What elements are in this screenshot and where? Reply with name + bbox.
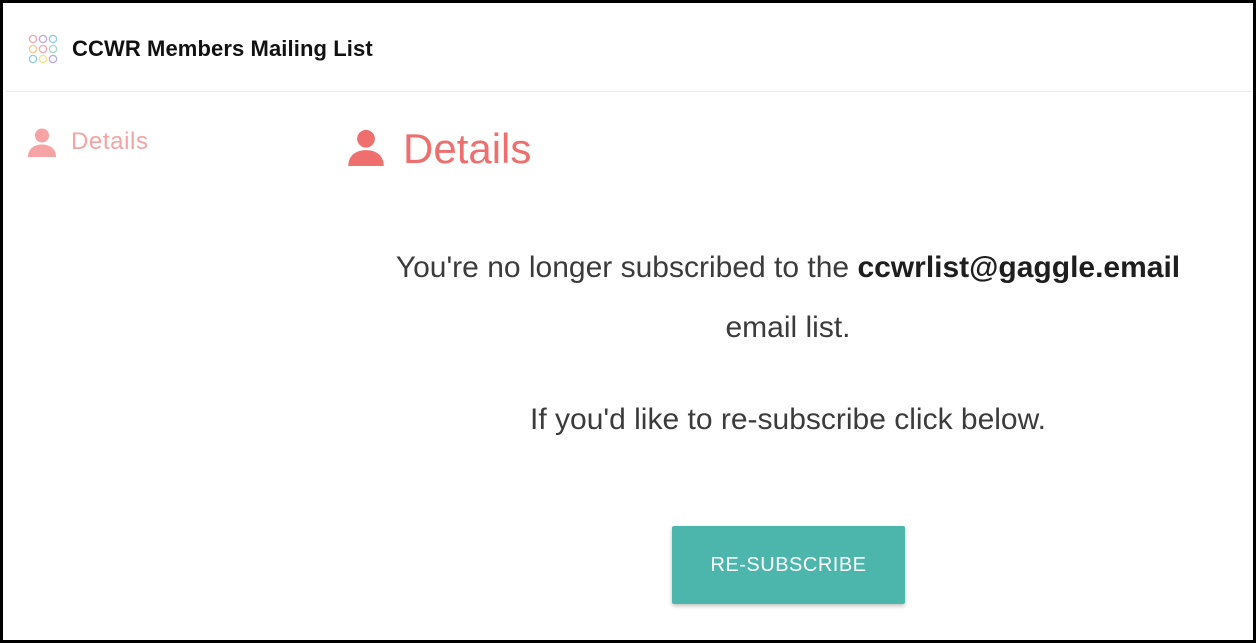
- unsubscribed-message: You're no longer subscribed to the ccwrl…: [343, 251, 1233, 285]
- person-icon: [27, 127, 57, 157]
- list-email: ccwrlist@gaggle.email: [857, 251, 1181, 284]
- gaggle-dots-logo-icon: [28, 34, 58, 64]
- person-icon: [347, 128, 385, 171]
- resubscribe-prompt: If you'd like to re-subscribe click belo…: [530, 403, 1046, 436]
- app-header: CCWR Members Mailing List: [6, 6, 1251, 92]
- app-window: CCWR Members Mailing List Details Detail…: [0, 0, 1256, 643]
- resubscribe-button[interactable]: RE-SUBSCRIBE: [672, 526, 905, 604]
- app-title: CCWR Members Mailing List: [72, 35, 373, 61]
- sidebar-item-details[interactable]: Details: [27, 127, 149, 157]
- message-prefix: You're no longer subscribed to the: [395, 251, 858, 284]
- sidebar-item-label: Details: [71, 128, 149, 155]
- page-heading: Details: [347, 125, 531, 173]
- page-title: Details: [403, 125, 532, 172]
- unsubscribed-message-suffix: email list.: [725, 311, 851, 344]
